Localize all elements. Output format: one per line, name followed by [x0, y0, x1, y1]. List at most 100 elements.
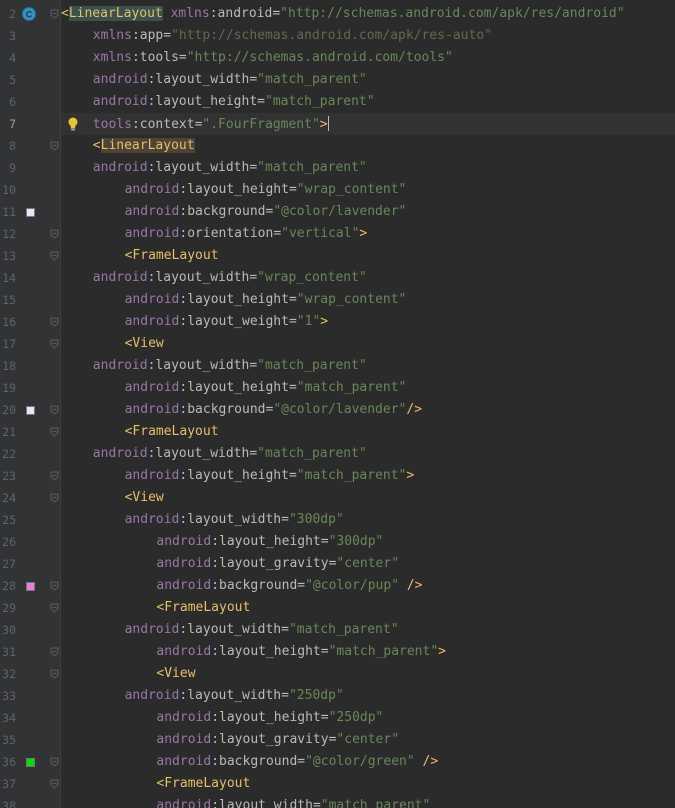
code-area[interactable]: <View: [61, 487, 675, 509]
code-area[interactable]: android:background="@color/lavender": [61, 201, 675, 223]
code-area[interactable]: android:layout_height="wrap_content": [61, 289, 675, 311]
code-area[interactable]: android:layout_weight="1">: [61, 311, 675, 333]
code-line[interactable]: 7 tools:context=".FourFragment">: [0, 113, 675, 135]
code-area[interactable]: android:layout_height="match_parent">: [61, 641, 675, 663]
code-area[interactable]: android:layout_height="match_parent": [61, 377, 675, 399]
code-area[interactable]: android:layout_gravity="center": [61, 729, 675, 751]
code-line[interactable]: 23 android:layout_height="match_parent">: [0, 465, 675, 487]
code-line[interactable]: 29 <FrameLayout: [0, 597, 675, 619]
color-swatch-icon[interactable]: [26, 406, 35, 415]
fold-marker-icon[interactable]: [50, 9, 59, 19]
code-line[interactable]: 11 android:background="@color/lavender": [0, 201, 675, 223]
code-text: android:layout_height="match_parent": [92, 94, 375, 109]
code-line[interactable]: 3 xmlns:app="http://schemas.android.com/a…: [0, 25, 675, 47]
code-area[interactable]: android:background="@color/green" />: [61, 751, 675, 773]
code-line[interactable]: 37 <FrameLayout: [0, 773, 675, 795]
code-area[interactable]: <LinearLayout xmlns:android="http://sche…: [61, 3, 675, 25]
code-text: android:layout_width="match_parent": [92, 72, 367, 87]
code-area[interactable]: android:layout_gravity="center": [61, 553, 675, 575]
code-line[interactable]: 2 C <LinearLayout xmlns:android="http://sc…: [0, 3, 675, 25]
fold-marker-icon[interactable]: [50, 339, 59, 349]
color-swatch-icon[interactable]: [26, 208, 35, 217]
code-line[interactable]: 10 android:layout_height="wrap_content": [0, 179, 675, 201]
code-area[interactable]: xmlns:tools="http://schemas.android.com/…: [61, 47, 675, 69]
fold-marker-icon[interactable]: [50, 757, 59, 767]
code-line[interactable]: 38 android:layout_width="match_parent": [0, 795, 675, 808]
code-line[interactable]: 6 android:layout_height="match_parent": [0, 91, 675, 113]
code-area[interactable]: <View: [61, 663, 675, 685]
code-line[interactable]: 15 android:layout_height="wrap_content": [0, 289, 675, 311]
fold-marker-icon[interactable]: [50, 669, 59, 679]
line-number: 30: [2, 623, 16, 637]
fold-marker-icon[interactable]: [50, 603, 59, 613]
code-area[interactable]: android:layout_height="wrap_content": [61, 179, 675, 201]
code-area[interactable]: android:orientation="vertical">: [61, 223, 675, 245]
code-editor[interactable]: 2 C <LinearLayout xmlns:android="http://sc…: [0, 0, 675, 808]
code-line[interactable]: 5 android:layout_width="match_parent": [0, 69, 675, 91]
code-line[interactable]: 14 android:layout_width="wrap_content": [0, 267, 675, 289]
fold-marker-icon[interactable]: [50, 471, 59, 481]
code-line[interactable]: 16 android:layout_weight="1">: [0, 311, 675, 333]
code-area[interactable]: <FrameLayout: [61, 421, 675, 443]
code-line[interactable]: 22 android:layout_width="match_parent": [0, 443, 675, 465]
code-area[interactable]: android:layout_width="300dp": [61, 509, 675, 531]
code-area[interactable]: android:layout_height="match_parent": [61, 91, 675, 113]
code-line[interactable]: 27 android:layout_gravity="center": [0, 553, 675, 575]
color-swatch-icon[interactable]: [26, 582, 35, 591]
code-line[interactable]: 32 <View: [0, 663, 675, 685]
code-area[interactable]: <FrameLayout: [61, 245, 675, 267]
code-area[interactable]: tools:context=".FourFragment">: [61, 113, 675, 135]
code-line[interactable]: 35 android:layout_gravity="center": [0, 729, 675, 751]
code-area[interactable]: android:layout_width="250dp": [61, 685, 675, 707]
fold-marker-icon[interactable]: [50, 779, 59, 789]
code-area[interactable]: android:layout_width="match_parent": [61, 157, 675, 179]
code-line[interactable]: 24 <View: [0, 487, 675, 509]
fold-marker-icon[interactable]: [50, 581, 59, 591]
code-area[interactable]: android:layout_width="wrap_content": [61, 267, 675, 289]
code-area[interactable]: android:layout_height="match_parent">: [61, 465, 675, 487]
code-line[interactable]: 34 android:layout_height="250dp": [0, 707, 675, 729]
fold-marker-icon[interactable]: [50, 405, 59, 415]
code-line[interactable]: 17 <View: [0, 333, 675, 355]
code-line[interactable]: 26 android:layout_height="300dp": [0, 531, 675, 553]
code-area[interactable]: android:layout_width="match_parent": [61, 619, 675, 641]
code-area[interactable]: android:layout_width="match_parent": [61, 355, 675, 377]
code-area[interactable]: <LinearLayout: [61, 135, 675, 157]
fold-marker-icon[interactable]: [50, 317, 59, 327]
code-line[interactable]: 33 android:layout_width="250dp": [0, 685, 675, 707]
code-line[interactable]: 28 android:background="@color/pup" />: [0, 575, 675, 597]
code-area[interactable]: android:layout_width="match_parent": [61, 69, 675, 91]
fold-marker-icon[interactable]: [50, 229, 59, 239]
code-line[interactable]: 21 <FrameLayout: [0, 421, 675, 443]
code-area[interactable]: xmlns:app="http://schemas.android.com/ap…: [61, 25, 675, 47]
code-line[interactable]: 13 <FrameLayout: [0, 245, 675, 267]
code-line[interactable]: 9 android:layout_width="match_parent": [0, 157, 675, 179]
code-line[interactable]: 31 android:layout_height="match_parent">: [0, 641, 675, 663]
fold-marker-icon[interactable]: [50, 251, 59, 261]
fold-marker-icon[interactable]: [50, 647, 59, 657]
fold-marker-icon[interactable]: [50, 493, 59, 503]
code-line[interactable]: 25 android:layout_width="300dp": [0, 509, 675, 531]
code-line[interactable]: 4 xmlns:tools="http://schemas.android.com…: [0, 47, 675, 69]
code-area[interactable]: android:background="@color/lavender"/>: [61, 399, 675, 421]
code-area[interactable]: android:layout_width="match_parent": [61, 443, 675, 465]
lightbulb-icon[interactable]: [66, 116, 80, 132]
code-line[interactable]: 18 android:layout_width="match_parent": [0, 355, 675, 377]
code-line[interactable]: 20 android:background="@color/lavender"/>: [0, 399, 675, 421]
code-area[interactable]: android:layout_height="250dp": [61, 707, 675, 729]
code-area[interactable]: <FrameLayout: [61, 773, 675, 795]
code-area[interactable]: android:background="@color/pup" />: [61, 575, 675, 597]
code-area[interactable]: android:layout_width="match_parent": [61, 795, 675, 808]
code-line[interactable]: 12 android:orientation="vertical">: [0, 223, 675, 245]
fold-marker-icon[interactable]: [50, 141, 59, 151]
class-badge-icon[interactable]: C: [22, 7, 36, 21]
fold-marker-icon[interactable]: [50, 427, 59, 437]
code-line[interactable]: 30 android:layout_width="match_parent": [0, 619, 675, 641]
code-area[interactable]: android:layout_height="300dp": [61, 531, 675, 553]
code-area[interactable]: <View: [61, 333, 675, 355]
code-line[interactable]: 8 <LinearLayout: [0, 135, 675, 157]
code-area[interactable]: <FrameLayout: [61, 597, 675, 619]
color-swatch-icon[interactable]: [26, 758, 35, 767]
code-line[interactable]: 36 android:background="@color/green" />: [0, 751, 675, 773]
code-line[interactable]: 19 android:layout_height="match_parent": [0, 377, 675, 399]
